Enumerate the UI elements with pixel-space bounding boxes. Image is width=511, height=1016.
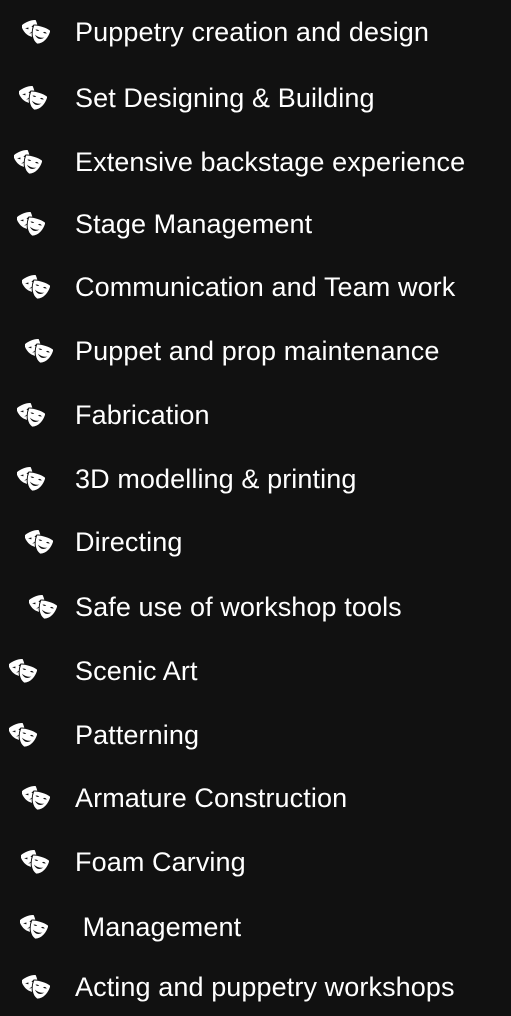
skill-item-armature-construction: Armature Construction — [0, 771, 511, 827]
theater-masks-icon — [22, 20, 50, 46]
skill-label: Communication and Team work — [75, 272, 456, 302]
skill-label: Management — [75, 912, 242, 942]
skill-item-management: Management — [0, 900, 511, 956]
skill-item-set-designing: Set Designing & Building — [0, 71, 511, 127]
theater-masks-icon — [22, 975, 50, 1001]
skill-label: Directing — [75, 527, 183, 557]
theater-masks-icon — [9, 659, 37, 685]
skill-label: Stage Management — [75, 209, 313, 239]
skill-label: 3D modelling & printing — [75, 464, 357, 494]
skill-label: Set Designing & Building — [75, 83, 375, 113]
theater-masks-icon — [17, 212, 45, 238]
skill-label: Acting and puppetry workshops — [75, 972, 455, 1002]
skill-item-workshop-tools: Safe use of workshop tools — [0, 580, 511, 636]
skill-label: Extensive backstage experience — [75, 147, 466, 177]
theater-masks-icon — [21, 850, 49, 876]
skill-label: Scenic Art — [75, 656, 198, 686]
skill-item-scenic-art: Scenic Art — [0, 644, 511, 700]
skill-label: Puppetry creation and design — [75, 17, 430, 47]
skill-item-communication: Communication and Team work — [0, 260, 511, 316]
skill-item-puppetry-creation: Puppetry creation and design — [0, 5, 511, 61]
skill-label: Safe use of workshop tools — [75, 592, 402, 622]
skill-label: Fabrication — [75, 400, 210, 430]
theater-masks-icon — [17, 403, 45, 429]
theater-masks-icon — [14, 150, 42, 176]
skills-list: Puppetry creation and design Set Designi… — [0, 0, 511, 1010]
theater-masks-icon — [22, 786, 50, 812]
theater-masks-icon — [29, 595, 57, 621]
theater-masks-icon — [19, 86, 47, 112]
skill-label: Foam Carving — [75, 847, 246, 877]
theater-masks-icon — [25, 530, 53, 556]
theater-masks-icon — [17, 467, 45, 493]
skill-label: Puppet and prop maintenance — [75, 336, 440, 366]
skill-item-patterning: Patterning — [0, 708, 511, 764]
skill-label: Armature Construction — [75, 783, 348, 813]
theater-masks-icon — [20, 915, 48, 941]
skill-item-foam-carving: Foam Carving — [0, 835, 511, 891]
skill-item-fabrication: Fabrication — [0, 388, 511, 444]
skill-item-acting-workshops: Acting and puppetry workshops — [0, 960, 511, 1016]
skill-label: Patterning — [75, 720, 200, 750]
skill-item-prop-maintenance: Puppet and prop maintenance — [0, 324, 511, 380]
skill-item-stage-management: Stage Management — [0, 197, 511, 253]
theater-masks-icon — [9, 723, 37, 749]
skill-item-directing: Directing — [0, 515, 511, 571]
theater-masks-icon — [25, 339, 53, 365]
skill-item-backstage-experience: Extensive backstage experience — [0, 135, 511, 191]
skill-item-3d-modelling: 3D modelling & printing — [0, 452, 511, 508]
theater-masks-icon — [22, 275, 50, 301]
